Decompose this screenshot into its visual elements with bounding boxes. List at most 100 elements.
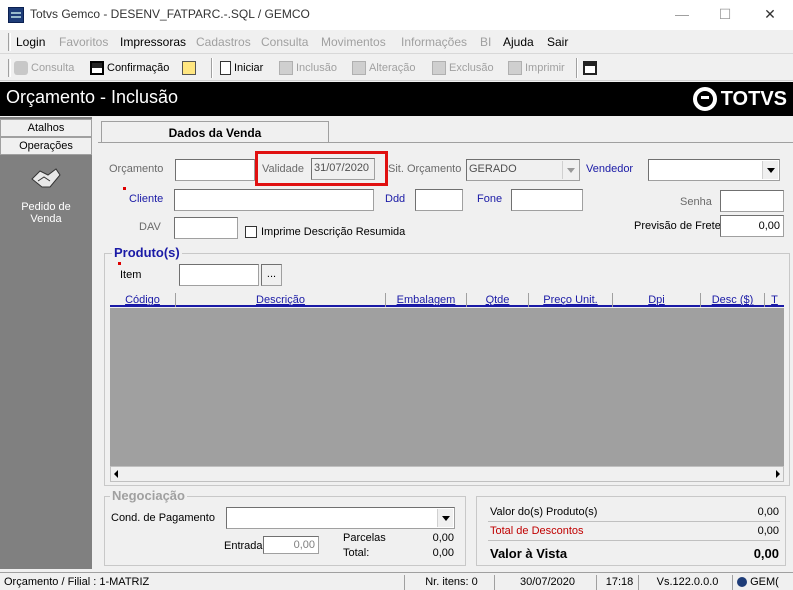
status-filial: Orçamento / Filial : 1-MATRIZ bbox=[4, 576, 150, 588]
parcelas-value: 0,00 bbox=[432, 532, 454, 544]
menu-bi[interactable]: BI bbox=[480, 35, 491, 49]
item-label: Item bbox=[120, 269, 142, 281]
inclusao-label: Inclusão bbox=[296, 62, 337, 74]
totvs-logo: TOTVS bbox=[692, 87, 787, 111]
cliente-input[interactable] bbox=[174, 189, 374, 211]
menu-cadastros[interactable]: Cadastros bbox=[196, 35, 251, 49]
close-button[interactable]: ✕ bbox=[755, 4, 785, 24]
senha-label: Senha bbox=[680, 196, 712, 208]
sidebar-pedido-venda[interactable]: Pedido de Venda bbox=[8, 201, 84, 225]
status-hora: 17:18 bbox=[596, 575, 638, 590]
item-input[interactable] bbox=[179, 264, 259, 286]
iniciar-button[interactable]: Iniciar bbox=[220, 59, 263, 77]
total-descontos-label: Total de Descontos bbox=[490, 525, 584, 537]
column-desc[interactable]: Desc ($) bbox=[701, 293, 765, 307]
alteracao-label: Alteração bbox=[369, 62, 416, 74]
menu-impressoras[interactable]: Impressoras bbox=[120, 35, 186, 49]
menu-login[interactable]: Login bbox=[16, 35, 45, 49]
chevron-down-icon bbox=[562, 161, 578, 179]
page-header: Orçamento - Inclusão TOTVS bbox=[0, 82, 793, 116]
divider bbox=[488, 521, 780, 522]
column-qtde[interactable]: Qtde bbox=[467, 293, 529, 307]
inclusao-button[interactable]: Inclusão bbox=[279, 59, 337, 77]
imprimir-label: Imprimir bbox=[525, 62, 565, 74]
vendedor-label: Vendedor bbox=[586, 163, 634, 175]
menu-informacoes[interactable]: Informações bbox=[401, 35, 467, 49]
insert-icon bbox=[279, 61, 293, 75]
negociacao-title: Negociação bbox=[110, 488, 187, 503]
maximize-button[interactable]: ☐ bbox=[710, 4, 740, 24]
ddd-input[interactable] bbox=[415, 189, 463, 211]
cond-pagamento-label: Cond. de Pagamento bbox=[111, 512, 215, 524]
totvs-logo-icon bbox=[692, 87, 717, 111]
sit-orcamento-select[interactable]: GERADO bbox=[466, 159, 580, 181]
required-marker bbox=[118, 262, 121, 265]
menu-sair[interactable]: Sair bbox=[547, 35, 568, 49]
calendar-icon bbox=[583, 61, 597, 75]
confirmacao-button[interactable]: Confirmação bbox=[90, 59, 169, 77]
fone-input[interactable] bbox=[511, 189, 583, 211]
help-icon bbox=[182, 61, 196, 75]
iniciar-label: Iniciar bbox=[234, 62, 264, 74]
entrada-label: Entrada bbox=[224, 540, 263, 552]
menu-consulta[interactable]: Consulta bbox=[261, 35, 308, 49]
produtos-grid[interactable] bbox=[110, 308, 784, 466]
fone-label: Fone bbox=[477, 193, 503, 205]
toolbar-separator bbox=[211, 58, 213, 78]
confirmacao-label: Confirmação bbox=[107, 62, 170, 74]
handshake-icon[interactable] bbox=[30, 165, 62, 193]
sidebar-operacoes[interactable]: Operações bbox=[0, 137, 92, 155]
minimize-button[interactable]: — bbox=[667, 4, 697, 24]
frete-input[interactable]: 0,00 bbox=[720, 215, 784, 237]
menu-movimentos[interactable]: Movimentos bbox=[321, 35, 386, 49]
column-embalagem[interactable]: Embalagem bbox=[386, 293, 467, 307]
imprime-descricao-checkbox[interactable] bbox=[245, 226, 257, 238]
column-preco-unit[interactable]: Preço Unit. bbox=[529, 293, 613, 307]
toolbar-grip bbox=[8, 59, 11, 77]
entrada-input[interactable]: 0,00 bbox=[263, 536, 319, 554]
senha-input[interactable] bbox=[720, 190, 784, 212]
column-t[interactable]: T bbox=[765, 293, 784, 307]
frete-label: Previsão de Frete bbox=[634, 220, 721, 232]
column-dpi[interactable]: Dpi bbox=[613, 293, 701, 307]
menu-grip bbox=[8, 33, 11, 51]
validade-input[interactable]: 31/07/2020 bbox=[311, 158, 375, 180]
produtos-title: Produto(s) bbox=[112, 245, 182, 260]
sidebar-atalhos[interactable]: Atalhos bbox=[0, 119, 92, 137]
consulta-button[interactable]: Consulta bbox=[14, 59, 74, 77]
cond-pagamento-select[interactable] bbox=[226, 507, 455, 529]
horizontal-scrollbar[interactable] bbox=[110, 466, 784, 482]
app-icon bbox=[8, 7, 24, 23]
column-descricao[interactable]: Descrição bbox=[176, 293, 386, 307]
column-codigo[interactable]: Código bbox=[110, 293, 176, 307]
edit-icon bbox=[352, 61, 366, 75]
help-button[interactable] bbox=[182, 59, 196, 77]
menu-favoritos[interactable]: Favoritos bbox=[59, 35, 108, 49]
printer-icon bbox=[508, 61, 522, 75]
tab-dados-da-venda[interactable]: Dados da Venda bbox=[101, 121, 329, 143]
orcamento-input[interactable] bbox=[175, 159, 255, 181]
exclusao-button[interactable]: Exclusão bbox=[432, 59, 494, 77]
required-marker bbox=[123, 187, 126, 190]
page-title: Orçamento - Inclusão bbox=[6, 87, 179, 107]
alteracao-button[interactable]: Alteração bbox=[352, 59, 415, 77]
status-bar: Orçamento / Filial : 1-MATRIZ Nr. itens:… bbox=[0, 572, 793, 590]
delete-icon bbox=[432, 61, 446, 75]
menu-ajuda[interactable]: Ajuda bbox=[503, 35, 534, 49]
calendar-button[interactable] bbox=[583, 59, 597, 77]
title-bar: Totvs Gemco - DESENV_FATPARC.-.SQL / GEM… bbox=[0, 0, 793, 30]
item-browse-button[interactable]: ... bbox=[261, 264, 282, 286]
valor-vista-label: Valor à Vista bbox=[490, 546, 568, 561]
vendedor-select[interactable] bbox=[648, 159, 780, 181]
parcelas-label: Parcelas bbox=[343, 532, 386, 544]
dav-input[interactable] bbox=[174, 217, 238, 239]
scroll-right-icon[interactable] bbox=[776, 470, 780, 478]
status-data: 30/07/2020 bbox=[494, 575, 596, 590]
exclusao-label: Exclusão bbox=[449, 62, 494, 74]
sit-orcamento-label: Sit. Orçamento bbox=[388, 163, 462, 175]
window-title: Totvs Gemco - DESENV_FATPARC.-.SQL / GEM… bbox=[30, 7, 310, 21]
cliente-label: Cliente bbox=[129, 193, 164, 205]
scroll-left-icon[interactable] bbox=[114, 470, 118, 478]
imprimir-button[interactable]: Imprimir bbox=[508, 59, 565, 77]
orcamento-label: Orçamento bbox=[109, 163, 164, 175]
